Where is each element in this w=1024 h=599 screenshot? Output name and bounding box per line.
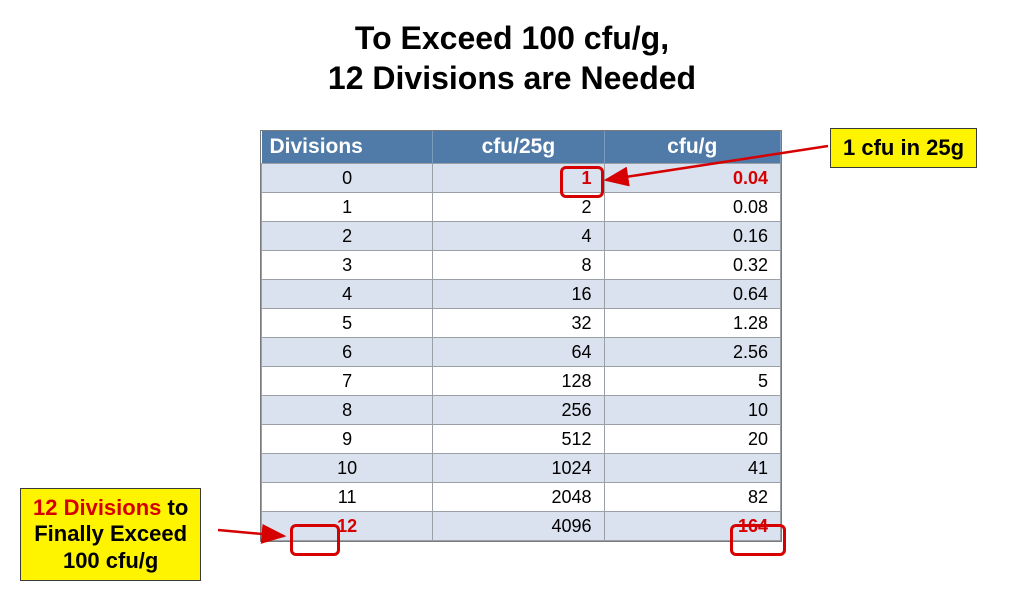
cell-cfu25g: 256 <box>433 396 604 425</box>
cell-cfug: 0.64 <box>604 280 780 309</box>
table-row: 951220 <box>262 425 781 454</box>
cell-cfug: 2.56 <box>604 338 780 367</box>
cell-divisions: 4 <box>262 280 433 309</box>
cell-divisions: 7 <box>262 367 433 396</box>
cell-divisions: 2 <box>262 222 433 251</box>
cell-divisions: 11 <box>262 483 433 512</box>
cell-divisions: 1 <box>262 193 433 222</box>
table-header-row: Divisions cfu/25g cfu/g <box>262 131 781 164</box>
data-table-container: Divisions cfu/25g cfu/g 010.04120.08240.… <box>260 130 782 542</box>
table-row: 4160.64 <box>262 280 781 309</box>
cell-cfu25g: 1 <box>433 164 604 193</box>
callout-bl-l2: Finally Exceed <box>34 521 187 546</box>
cell-cfu25g: 4096 <box>433 512 604 541</box>
cfu-table: Divisions cfu/25g cfu/g 010.04120.08240.… <box>261 131 781 541</box>
table-row: 10102441 <box>262 454 781 483</box>
table-row: 11204882 <box>262 483 781 512</box>
cell-cfug: 20 <box>604 425 780 454</box>
cell-divisions: 0 <box>262 164 433 193</box>
table-row: 380.32 <box>262 251 781 280</box>
cell-cfug: 0.04 <box>604 164 780 193</box>
cell-cfu25g: 512 <box>433 425 604 454</box>
cell-cfug: 10 <box>604 396 780 425</box>
table-row: 6642.56 <box>262 338 781 367</box>
cell-divisions: 5 <box>262 309 433 338</box>
callout-bl-l1-red: 12 Divisions <box>33 495 161 520</box>
cell-cfug: 5 <box>604 367 780 396</box>
cell-cfug: 0.08 <box>604 193 780 222</box>
title-line-1: To Exceed 100 cfu/g, <box>355 20 669 56</box>
cell-divisions: 6 <box>262 338 433 367</box>
callout-12-divisions: 12 Divisions to Finally Exceed 100 cfu/g <box>20 488 201 581</box>
cell-divisions: 8 <box>262 396 433 425</box>
cell-cfug: 1.28 <box>604 309 780 338</box>
cell-cfu25g: 2048 <box>433 483 604 512</box>
cell-cfu25g: 32 <box>433 309 604 338</box>
cell-cfu25g: 1024 <box>433 454 604 483</box>
table-row: 71285 <box>262 367 781 396</box>
table-row: 825610 <box>262 396 781 425</box>
table-row: 5321.28 <box>262 309 781 338</box>
cell-divisions: 3 <box>262 251 433 280</box>
cell-divisions: 12 <box>262 512 433 541</box>
table-row: 124096164 <box>262 512 781 541</box>
header-cfu25g: cfu/25g <box>433 131 604 164</box>
header-divisions: Divisions <box>262 131 433 164</box>
cell-divisions: 10 <box>262 454 433 483</box>
slide-title: To Exceed 100 cfu/g, 12 Divisions are Ne… <box>0 18 1024 98</box>
cell-cfug: 0.32 <box>604 251 780 280</box>
callout-bl-l3: 100 cfu/g <box>63 548 158 573</box>
cell-cfu25g: 16 <box>433 280 604 309</box>
title-line-2: 12 Divisions are Needed <box>328 60 696 96</box>
cell-cfu25g: 2 <box>433 193 604 222</box>
cell-cfu25g: 64 <box>433 338 604 367</box>
cell-cfu25g: 4 <box>433 222 604 251</box>
table-row: 240.16 <box>262 222 781 251</box>
cell-cfug: 41 <box>604 454 780 483</box>
cell-cfug: 164 <box>604 512 780 541</box>
table-row: 010.04 <box>262 164 781 193</box>
callout-1cfu-25g: 1 cfu in 25g <box>830 128 977 168</box>
cell-cfug: 0.16 <box>604 222 780 251</box>
cell-cfu25g: 8 <box>433 251 604 280</box>
callout-bl-l1-black: to <box>161 495 188 520</box>
header-cfug: cfu/g <box>604 131 780 164</box>
cell-cfu25g: 128 <box>433 367 604 396</box>
cell-cfug: 82 <box>604 483 780 512</box>
table-row: 120.08 <box>262 193 781 222</box>
table-body: 010.04120.08240.16380.324160.645321.2866… <box>262 164 781 541</box>
cell-divisions: 9 <box>262 425 433 454</box>
callout-top-text: 1 cfu in 25g <box>843 135 964 160</box>
